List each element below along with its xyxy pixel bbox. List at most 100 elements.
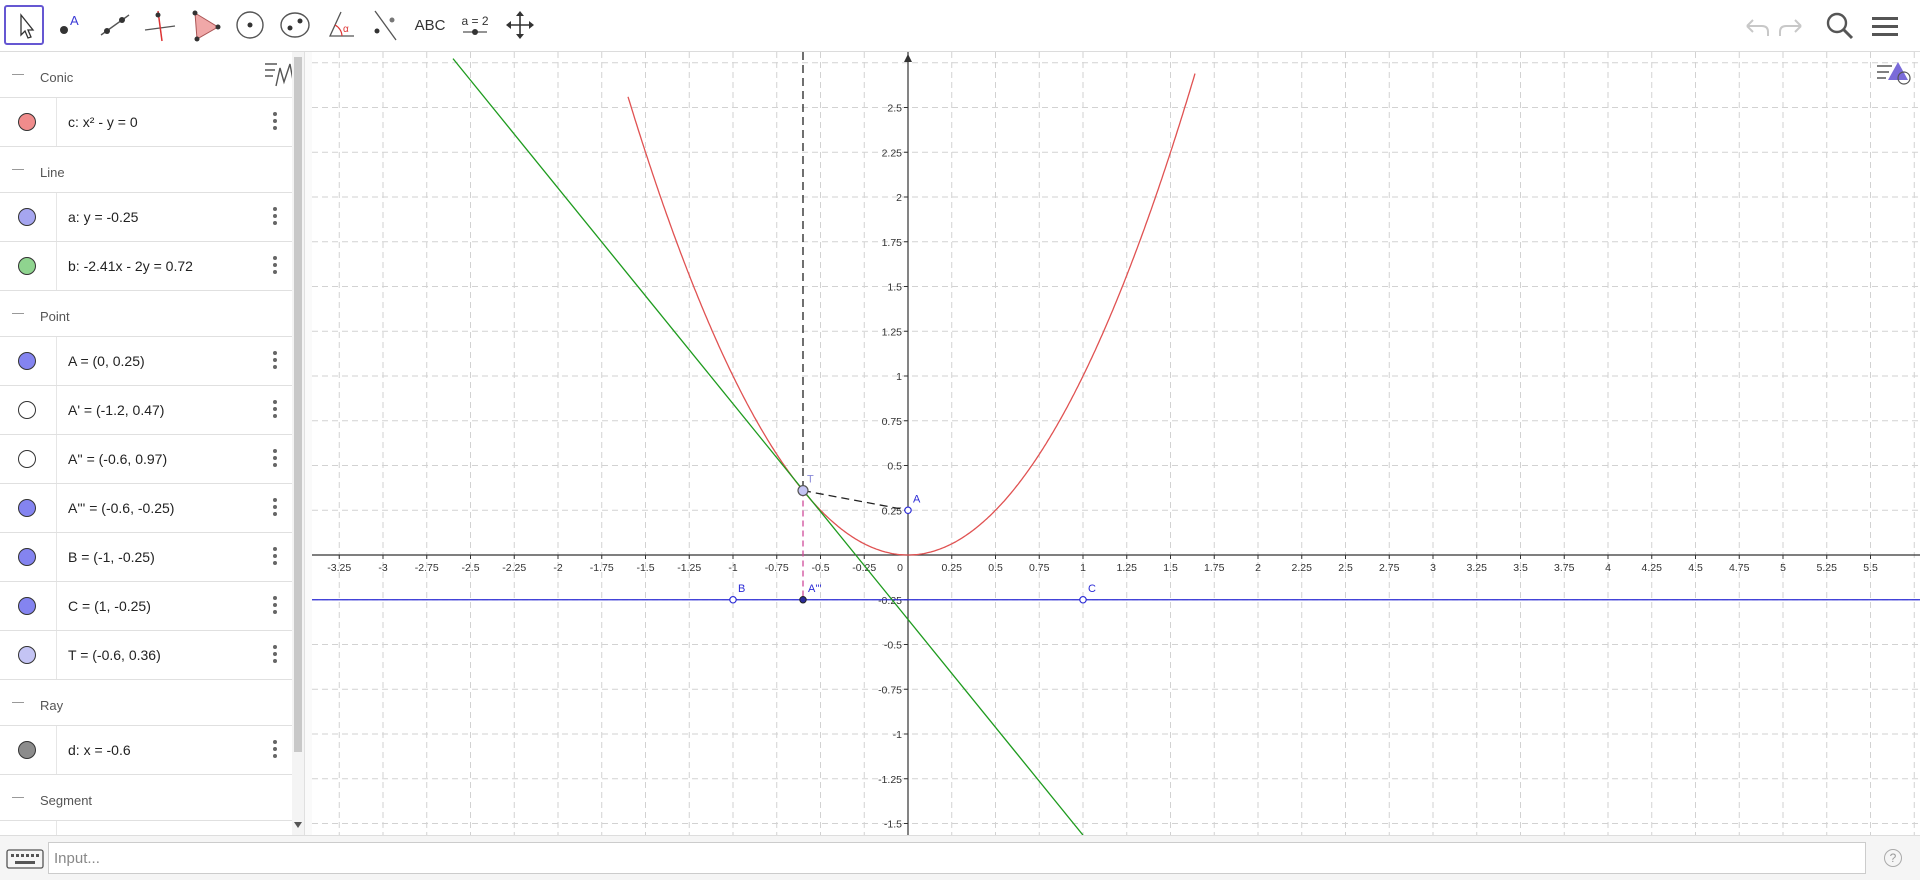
slider-tool[interactable]: a = 2	[455, 5, 495, 45]
algebra-group-header[interactable]: Ray	[0, 680, 292, 726]
algebra-item[interactable]: b: -2.41x - 2y = 0.72	[0, 242, 292, 291]
collapse-icon[interactable]	[12, 797, 24, 798]
algebra-item[interactable]: A = (0, 0.25)	[0, 337, 292, 386]
visibility-toggle-icon[interactable]	[18, 741, 36, 759]
algebra-item[interactable]: d: x = -0.6	[0, 726, 292, 775]
text-tool[interactable]: ABC	[410, 5, 450, 45]
y-tick-label: 2	[896, 192, 902, 204]
collapse-icon[interactable]	[12, 313, 24, 314]
algebra-item-text[interactable]: T = (-0.6, 0.36)	[68, 647, 161, 663]
algebra-item[interactable]	[0, 821, 292, 835]
item-menu-icon[interactable]	[272, 207, 278, 227]
visibility-toggle-icon[interactable]	[18, 450, 36, 468]
row-separator	[56, 193, 57, 241]
keyboard-button[interactable]	[6, 847, 44, 871]
visibility-toggle-icon[interactable]	[18, 597, 36, 615]
collapse-icon[interactable]	[12, 169, 24, 170]
y-tick-label: 2.25	[882, 147, 903, 159]
algebra-item[interactable]: C = (1, -0.25)	[0, 582, 292, 631]
algebra-item[interactable]: A' = (-1.2, 0.47)	[0, 386, 292, 435]
item-menu-icon[interactable]	[272, 547, 278, 567]
algebra-view: Conic c: x² - y = 0 Line a: y = -0.25 b: -2.…	[0, 52, 304, 835]
visibility-toggle-icon[interactable]	[18, 113, 36, 131]
scrollbar-thumb[interactable]	[294, 57, 302, 752]
move-graphics-tool[interactable]	[500, 5, 540, 45]
text-tool-label: ABC	[414, 16, 446, 34]
angle-tool[interactable]: α	[320, 5, 360, 45]
algebra-item-text[interactable]: d: x = -0.6	[68, 742, 131, 758]
item-menu-icon[interactable]	[272, 351, 278, 371]
point-label: A	[913, 493, 921, 505]
point-icon: A	[60, 13, 79, 34]
x-tick-label: 0.25	[942, 562, 963, 574]
visibility-toggle-icon[interactable]	[18, 352, 36, 370]
x-tick-label: 1.25	[1117, 562, 1138, 574]
algebra-scrollbar[interactable]	[292, 52, 304, 835]
collapse-icon[interactable]	[12, 74, 24, 75]
reflect-tool[interactable]	[365, 5, 405, 45]
algebra-item-text[interactable]: A''' = (-0.6, -0.25)	[68, 500, 174, 516]
algebra-item-text[interactable]: A = (0, 0.25)	[68, 353, 145, 369]
algebra-item[interactable]: T = (-0.6, 0.36)	[0, 631, 292, 680]
item-menu-icon[interactable]	[272, 112, 278, 132]
graphics-style-button[interactable]	[1874, 58, 1914, 92]
row-separator	[56, 386, 57, 434]
graphics-view[interactable]: -3.25 -3 -2.75 -2.5 -2.25 -2 -1.75 -1.5 -1.25 -1 -…	[312, 52, 1920, 835]
x-tick-label: 0	[897, 562, 903, 574]
line-tool[interactable]	[95, 5, 135, 45]
item-menu-icon[interactable]	[272, 596, 278, 616]
algebra-item-text[interactable]: a: y = -0.25	[68, 209, 138, 225]
visibility-toggle-icon[interactable]	[18, 257, 36, 275]
visibility-toggle-icon[interactable]	[18, 646, 36, 664]
move-tool[interactable]	[4, 5, 44, 45]
algebra-group-header[interactable]: Point	[0, 291, 292, 337]
item-menu-icon[interactable]	[272, 400, 278, 420]
input-help-button[interactable]: ?	[1884, 849, 1902, 867]
algebra-item-text[interactable]: B = (-1, -0.25)	[68, 549, 155, 565]
algebra-item-text[interactable]: A' = (-1.2, 0.47)	[68, 402, 164, 418]
graphics-style-icon	[1877, 62, 1911, 85]
main-menu-button[interactable]	[1868, 8, 1904, 44]
algebra-group-header[interactable]: Segment	[0, 775, 292, 821]
undo-button[interactable]	[1738, 8, 1774, 44]
search-button[interactable]	[1822, 8, 1858, 44]
view-divider[interactable]	[304, 52, 312, 835]
x-tick-label: 4	[1605, 562, 1611, 574]
algebra-item[interactable]: a: y = -0.25	[0, 193, 292, 242]
algebra-item[interactable]: A'' = (-0.6, 0.97)	[0, 435, 292, 484]
item-menu-icon[interactable]	[272, 498, 278, 518]
graphics-canvas[interactable]: -3.25 -3 -2.75 -2.5 -2.25 -2 -1.75 -1.5 -1.25 -1 -…	[312, 52, 1920, 835]
point-tool[interactable]: A	[50, 5, 90, 45]
item-menu-icon[interactable]	[272, 256, 278, 276]
parabola-c	[627, 73, 1196, 556]
algebra-group-header[interactable]: Conic	[0, 52, 292, 98]
visibility-toggle-icon[interactable]	[18, 499, 36, 517]
item-menu-icon[interactable]	[272, 449, 278, 469]
x-tick-label: -0.75	[765, 562, 789, 574]
algebra-item[interactable]: B = (-1, -0.25)	[0, 533, 292, 582]
ellipse-tool[interactable]	[275, 5, 315, 45]
collapse-icon[interactable]	[12, 702, 24, 703]
algebra-input-field[interactable]: Input...	[48, 842, 1866, 874]
algebra-item-text[interactable]: b: -2.41x - 2y = 0.72	[68, 258, 193, 274]
algebra-item[interactable]: A''' = (-0.6, -0.25)	[0, 484, 292, 533]
visibility-toggle-icon[interactable]	[18, 548, 36, 566]
y-axis-arrow-icon	[904, 54, 912, 62]
algebra-item[interactable]: c: x² - y = 0	[0, 98, 292, 147]
algebra-group-header[interactable]: Line	[0, 147, 292, 193]
perpendicular-line-tool[interactable]	[140, 5, 180, 45]
item-menu-icon[interactable]	[272, 740, 278, 760]
x-tick-label: -1	[728, 562, 737, 574]
y-tick-label: 1.75	[882, 237, 903, 249]
item-menu-icon[interactable]	[272, 645, 278, 665]
redo-button[interactable]	[1774, 8, 1810, 44]
algebra-item-text[interactable]: A'' = (-0.6, 0.97)	[68, 451, 167, 467]
visibility-toggle-icon[interactable]	[18, 401, 36, 419]
circle-tool[interactable]	[230, 5, 270, 45]
algebra-item-text[interactable]: C = (1, -0.25)	[68, 598, 151, 614]
polygon-tool[interactable]	[185, 5, 225, 45]
visibility-toggle-icon[interactable]	[18, 208, 36, 226]
algebra-item-text[interactable]: c: x² - y = 0	[68, 114, 138, 130]
scroll-down-arrow-icon[interactable]	[294, 822, 302, 828]
x-tick-label: -1.25	[677, 562, 701, 574]
